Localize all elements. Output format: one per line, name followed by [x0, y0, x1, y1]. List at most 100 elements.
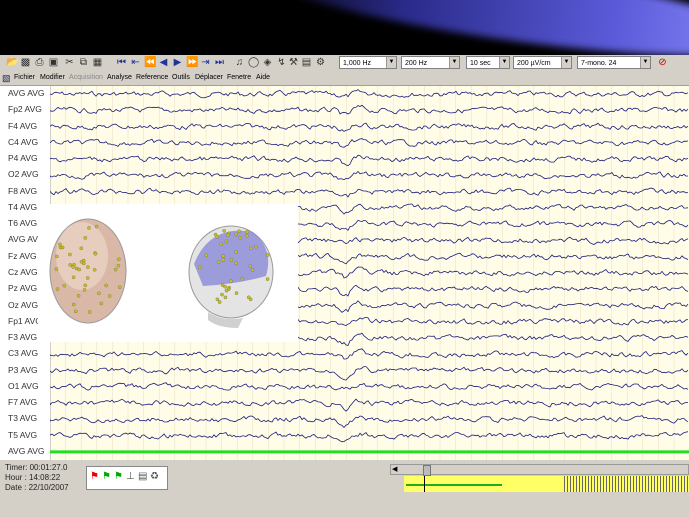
electrode-dot — [216, 260, 221, 264]
menu-fenetre[interactable]: Fenetre — [227, 72, 251, 84]
step-back-icon[interactable]: ◀ — [158, 57, 169, 68]
eeg-trace — [50, 154, 689, 167]
overview-cursor[interactable] — [424, 476, 425, 492]
electrode-dot — [68, 263, 72, 267]
menu-aide[interactable]: Aide — [256, 72, 270, 84]
electrode-dot — [77, 267, 81, 272]
channel-label: P3 AVG — [8, 364, 38, 375]
electrode-dot — [234, 291, 239, 295]
green-flag-icon-2[interactable]: ⚑ — [114, 471, 123, 482]
eeg-trace — [50, 366, 689, 381]
eeg-trace — [50, 122, 689, 132]
preview-icon[interactable]: ▣ — [48, 57, 59, 68]
hour-readout: Hour : 14:08:22 — [5, 473, 61, 482]
montage-icon[interactable]: ◈ — [262, 57, 273, 68]
electrode-dot — [104, 283, 108, 288]
sound-icon[interactable]: ♫ — [234, 57, 245, 68]
electrode-dot — [250, 268, 255, 272]
scroll-left-icon[interactable]: ◀ — [392, 465, 397, 474]
channel-label: AVG AVG — [8, 445, 45, 456]
text-marker-icon[interactable]: ▤ — [138, 471, 147, 482]
menu-deplacer[interactable]: Déplacer — [195, 72, 223, 84]
menu-fichier[interactable]: Fichier — [14, 72, 35, 84]
menu-analyse[interactable]: Analyse — [107, 72, 132, 84]
last-page-icon[interactable]: ⏭ — [214, 57, 225, 68]
copy-icon[interactable]: ⧉ — [78, 57, 89, 68]
menu-bar: ▧ Fichier Modifier Acquisition Analyse R… — [0, 71, 689, 86]
fast-rewind-icon[interactable]: ⏪ — [144, 57, 156, 68]
green-flag-icon[interactable]: ⚑ — [102, 471, 111, 482]
electrode-dot — [93, 252, 98, 256]
trash-icon[interactable]: ♻ — [150, 471, 159, 482]
next-marker-icon[interactable]: ⇥ — [200, 57, 211, 68]
electrode-dot — [220, 292, 224, 297]
channel-label: O2 AVG — [8, 169, 39, 180]
open-icon[interactable]: 📂 — [6, 57, 18, 68]
recording-overview[interactable] — [404, 476, 689, 492]
electrode-dot — [62, 283, 67, 288]
time-scrollbar[interactable]: ◀ — [390, 464, 689, 476]
filter-icon[interactable]: ↯ — [276, 57, 287, 68]
eeg-trace — [50, 382, 689, 391]
electrode-dot — [82, 288, 87, 292]
electrode-dot — [54, 267, 59, 271]
eeg-trace — [50, 348, 689, 360]
scroll-thumb[interactable] — [423, 465, 431, 476]
timer-readout: Timer: 00:01:27.0 — [5, 463, 68, 472]
step-forward-icon[interactable]: ▶ — [172, 57, 183, 68]
electrode-dot — [85, 276, 90, 280]
electrode-dot — [234, 261, 238, 266]
time-base-select[interactable]: 10 sec ▼ — [466, 56, 510, 69]
eeg-trace — [50, 415, 689, 429]
electrode-dot — [254, 244, 258, 249]
eeg-trace — [50, 104, 689, 115]
channel-label: Cz AVG — [8, 267, 38, 277]
menu-modifier[interactable]: Modifier — [40, 72, 65, 84]
first-page-icon[interactable]: ⏮ — [116, 57, 127, 68]
stop-icon[interactable]: ⊘ — [657, 57, 668, 68]
marker-palette: ⚑ ⚑ ⚑ ⊥ ▤ ♻ — [86, 466, 168, 490]
settings-icon[interactable]: ⚙ — [315, 57, 326, 68]
channel-label: T4 AVG — [8, 201, 38, 212]
sampling-rate-select[interactable]: 1,000 Hz ▼ — [339, 56, 397, 69]
electrode-dot — [86, 265, 90, 269]
electrode-dot — [234, 232, 238, 237]
electrode-dot — [117, 285, 122, 289]
fast-forward-icon[interactable]: ⏩ — [186, 57, 198, 68]
electrode-dot — [79, 246, 84, 251]
electrode-dot — [92, 268, 97, 272]
print-icon[interactable]: ⎙ — [34, 57, 45, 68]
electrode-dot — [97, 291, 101, 296]
electrode-dot — [215, 235, 220, 239]
electrode-dot — [71, 265, 75, 269]
back-marker-icon[interactable]: ⇤ — [130, 57, 141, 68]
spectrum-icon[interactable]: ▤ — [301, 57, 312, 68]
tool-icon[interactable]: ⚒ — [288, 57, 299, 68]
menu-reference[interactable]: Reference — [136, 72, 168, 84]
channel-label: T3 AVG — [8, 413, 38, 424]
filter-frequency-select[interactable]: 200 Hz ▼ — [401, 56, 460, 69]
sensitivity-select[interactable]: 200 µV/cm ▼ — [513, 56, 572, 69]
red-flag-icon[interactable]: ⚑ — [90, 471, 99, 482]
channel-label: F8 AVG — [8, 185, 38, 196]
channel-label: T5 AVG — [8, 429, 38, 440]
globe-icon[interactable]: ◯ — [248, 57, 259, 68]
electrode-dot — [60, 245, 65, 250]
channel-label: Fp2 AVG — [8, 104, 42, 115]
cut-icon[interactable]: ✂ — [64, 57, 75, 68]
electrode-dot — [220, 283, 225, 287]
menu-outils[interactable]: Outils — [172, 72, 190, 84]
electrode-dot — [221, 254, 225, 258]
montage-select[interactable]: 7-mono. 24 ▼ — [577, 56, 651, 69]
paste-icon[interactable]: ▦ — [92, 57, 103, 68]
menu-acquisition[interactable]: Acquisition — [69, 72, 103, 84]
save-icon[interactable]: ▩ — [20, 57, 31, 68]
eeg-viewer[interactable]: AVG AVG Fp2 AVG F4 AVG C4 AVG P4 AVG O2 AVG F8… — [0, 86, 689, 460]
date-readout: Date : 22/10/2007 — [5, 483, 69, 492]
electrode-dot — [55, 254, 59, 259]
electrode-dot — [238, 236, 242, 240]
electrode-dot — [58, 242, 62, 247]
electrode-dot — [99, 301, 104, 306]
baseline-marker-icon[interactable]: ⊥ — [126, 471, 135, 482]
head-side-view — [188, 225, 274, 328]
